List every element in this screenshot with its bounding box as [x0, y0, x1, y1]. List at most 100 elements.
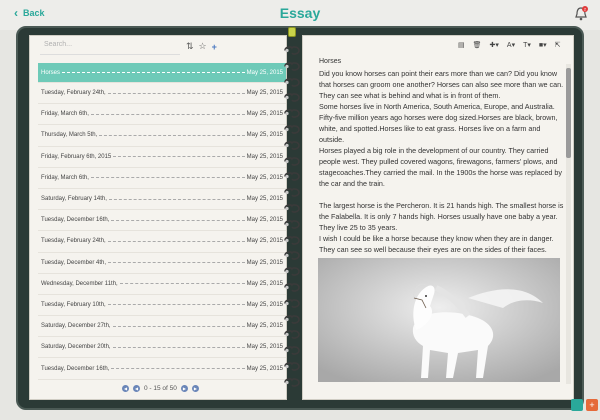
entry-title: Tuesday, December 4th,: [41, 259, 107, 266]
editor-toolbar: ▤ 🗑 ✚▾ A▾ T▾ ■▾ ⇱: [458, 41, 561, 49]
ring-icon: [284, 58, 300, 71]
entry-list: Horses May 25, 2015 Tuesday, February 24th…: [38, 63, 286, 380]
leader-dots: [111, 368, 245, 370]
add-entry-icon[interactable]: +: [212, 42, 217, 52]
entry-title: Saturday, December 27th,: [41, 323, 111, 330]
leader-dots: [107, 240, 245, 242]
list-item[interactable]: Tuesday, December 16th, May 25, 2015: [38, 358, 286, 380]
entry-title: Tuesday, February 10th,: [41, 301, 106, 308]
ring-icon: [284, 105, 300, 118]
entry-title: Friday, February 6th, 2015: [41, 153, 112, 160]
essay-body[interactable]: Did you know horses can point their ears…: [319, 68, 564, 255]
entry-date: May 25, 2015: [246, 69, 283, 76]
entry-date: May 25, 2015: [246, 238, 283, 245]
leader-dots: [107, 304, 245, 306]
list-item[interactable]: Saturday, December 27th, May 25, 2015: [38, 316, 286, 338]
list-item[interactable]: Thursday, March 5th, May 25, 2015: [38, 125, 286, 147]
leader-dots: [111, 219, 245, 221]
scrollbar-thumb[interactable]: [566, 68, 571, 158]
entry-title: Tuesday, February 24th,: [41, 238, 106, 245]
trash-icon[interactable]: 🗑: [473, 41, 482, 49]
entry-date: May 25, 2015: [246, 132, 283, 139]
entry-date: May 25, 2015: [246, 344, 283, 351]
leader-dots: [119, 283, 245, 285]
entry-date: May 25, 2015: [246, 174, 283, 181]
notification-bell-icon[interactable]: 2: [574, 6, 588, 22]
prev-page-icon[interactable]: ◀: [133, 385, 140, 392]
list-item[interactable]: Tuesday, February 24th, May 25, 2015: [38, 231, 286, 253]
first-page-icon[interactable]: ◀: [122, 385, 129, 392]
ring-icon: [284, 374, 300, 387]
list-item[interactable]: Saturday, December 20th, May 25, 2015: [38, 337, 286, 359]
leader-dots: [99, 134, 245, 136]
binder-clasp: [288, 27, 296, 37]
entry-date: May 25, 2015: [246, 90, 283, 97]
list-item[interactable]: Friday, February 6th, 2015 May 25, 2015: [38, 147, 286, 168]
add-button[interactable]: +: [586, 399, 598, 411]
list-item[interactable]: Tuesday, December 4th, May 25, 2015: [38, 253, 286, 274]
list-toolbar: ⇅ ☆ +: [186, 41, 217, 52]
color-icon[interactable]: ■▾: [539, 41, 547, 49]
text-style-icon[interactable]: T▾: [523, 41, 531, 49]
chat-icon[interactable]: [571, 399, 583, 411]
star-icon[interactable]: ☆: [199, 41, 207, 52]
page-title: Essay: [279, 5, 321, 21]
horse-photo: [318, 258, 560, 382]
entry-title: Friday, March 6th,: [41, 111, 89, 118]
entry-date: May 25, 2015: [246, 301, 283, 308]
entry-date: May 25, 2015: [246, 280, 283, 287]
search-input[interactable]: Search...: [40, 41, 180, 55]
ring-icon: [284, 74, 300, 87]
ring-icon: [284, 263, 300, 276]
ring-icon: [284, 137, 300, 150]
share-icon[interactable]: ⇱: [555, 41, 561, 49]
next-page-icon[interactable]: ▶: [180, 385, 188, 392]
leader-dots: [108, 262, 245, 264]
ring-icon: [284, 342, 300, 355]
entry-date: May 25, 2015: [246, 153, 283, 160]
leader-dots: [113, 156, 245, 158]
font-size-icon[interactable]: A▾: [507, 41, 515, 49]
paragraph: Did you know horses can point their ears…: [319, 69, 564, 100]
pager-range: 0 - 15 of 50: [144, 385, 177, 392]
list-item[interactable]: Tuesday, February 10th, May 25, 2015: [38, 295, 286, 317]
save-icon[interactable]: ▤: [458, 41, 465, 49]
essay-scrollbar[interactable]: [566, 64, 571, 384]
entry-title: Saturday, February 14th,: [41, 196, 107, 203]
leader-dots: [62, 72, 245, 73]
list-item[interactable]: Tuesday, December 16th, May 25, 2015: [38, 210, 286, 232]
list-item[interactable]: Friday, March 6th, May 25, 2015: [38, 168, 286, 189]
paragraph: Horses played a big role in the developm…: [319, 146, 562, 188]
paragraph: The largest horse is the Percheron. It i…: [319, 201, 564, 232]
pager: ◀ ◀ 0 - 15 of 50 ▶ ▶: [122, 385, 199, 392]
ring-icon: [284, 184, 300, 197]
leader-dots: [107, 92, 245, 94]
list-item[interactable]: Wednesday, December 11th, May 25, 2015: [38, 274, 286, 295]
sort-icon[interactable]: ⇅: [186, 41, 194, 52]
entries-page: Search... ⇅ ☆ + Horses May 25, 2015 Tuesda…: [29, 35, 287, 400]
entry-title: Friday, March 6th,: [41, 174, 89, 181]
ring-icon: [284, 216, 300, 229]
list-item[interactable]: Horses May 25, 2015: [38, 63, 286, 83]
insert-icon[interactable]: ✚▾: [490, 41, 499, 49]
ring-icon: [284, 311, 300, 324]
entry-date: May 25, 2015: [246, 217, 283, 224]
leader-dots: [90, 177, 245, 179]
ring-icon: [284, 326, 300, 340]
entry-date: May 25, 2015: [246, 196, 283, 203]
ring-icon: [284, 295, 300, 308]
entry-title: Tuesday, December 16th,: [41, 365, 110, 372]
list-item[interactable]: Tuesday, February 24th, May 25, 2015: [38, 83, 286, 105]
list-item[interactable]: Friday, March 6th, May 25, 2015: [38, 104, 286, 126]
ring-icon: [284, 153, 300, 166]
ring-icon: [284, 200, 300, 213]
ring-icon: [284, 279, 300, 292]
list-item[interactable]: Saturday, February 14th, May 25, 2015: [38, 189, 286, 211]
last-page-icon[interactable]: ▶: [191, 385, 199, 392]
leader-dots: [112, 325, 245, 327]
entry-title: Wednesday, December 11th,: [41, 280, 118, 287]
ring-icon: [284, 247, 300, 261]
entry-date: May 25, 2015: [246, 259, 283, 266]
leader-dots: [108, 198, 245, 200]
ring-icon: [284, 42, 300, 55]
